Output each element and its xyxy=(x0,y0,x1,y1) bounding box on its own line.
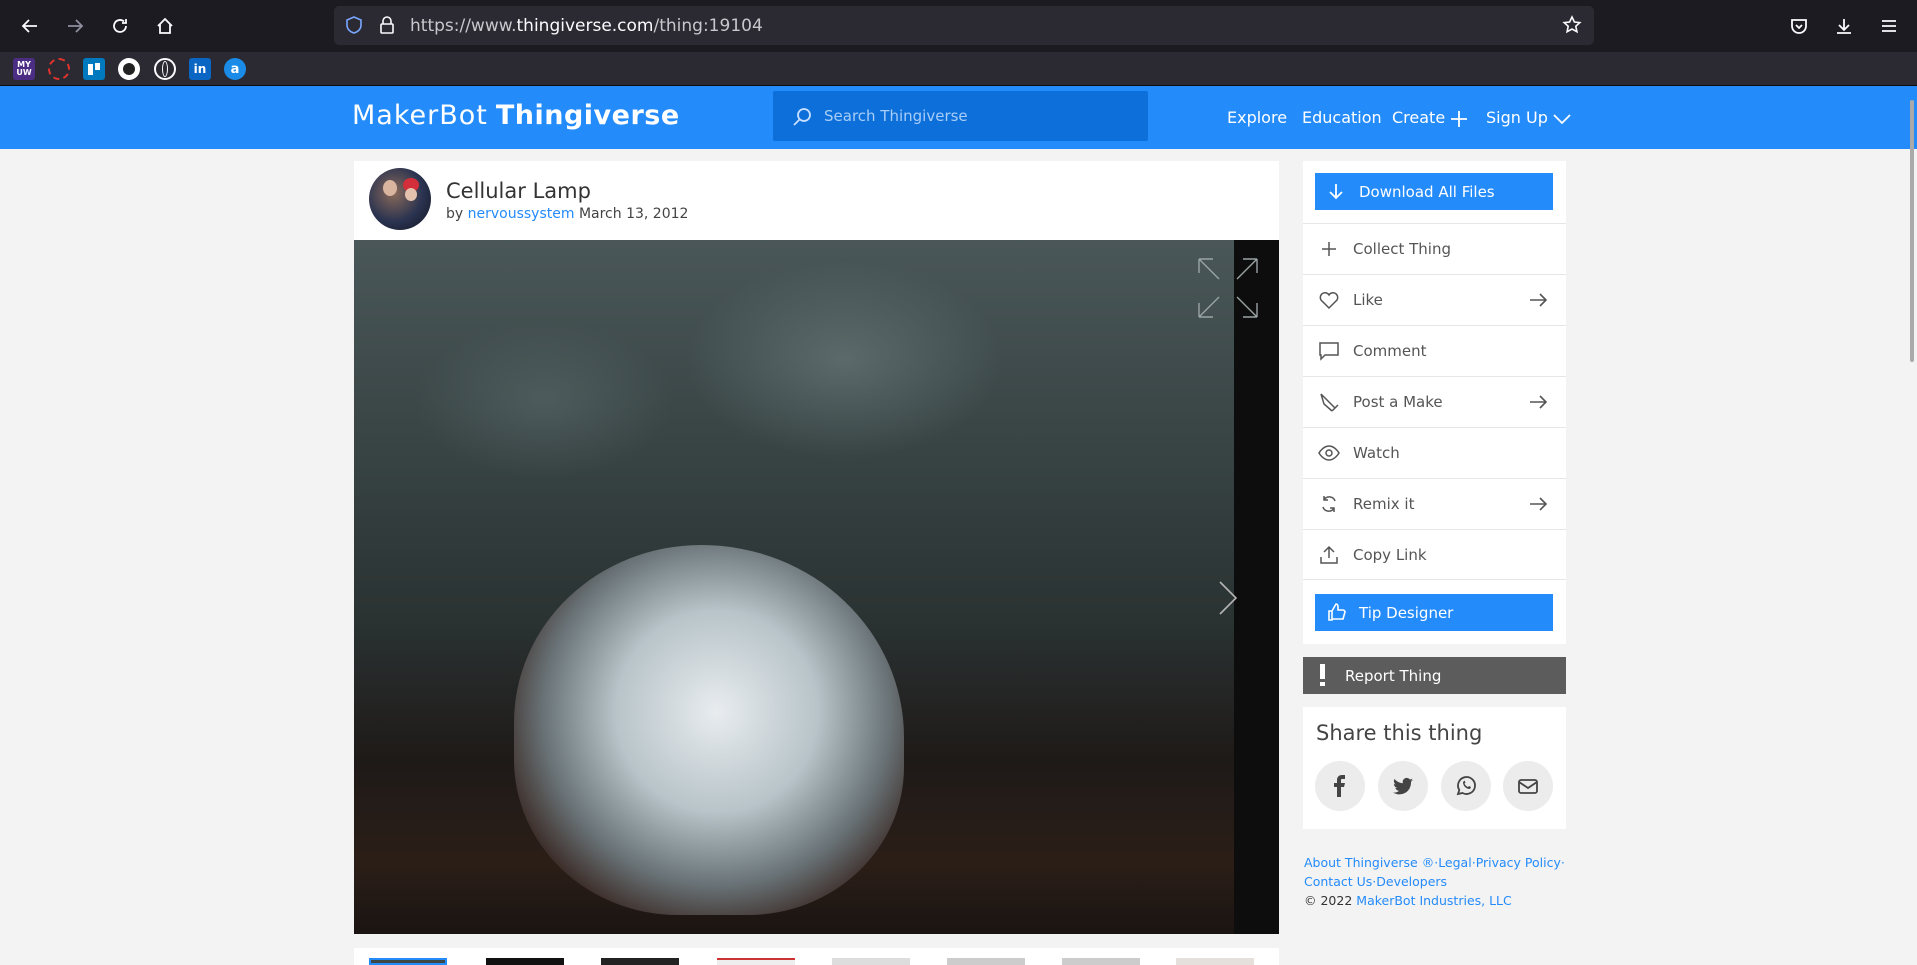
share-heading: Share this thing xyxy=(1316,721,1483,745)
tracking-shield-icon[interactable] xyxy=(345,16,363,34)
nav-sign-up[interactable]: Sign Up xyxy=(1486,108,1571,127)
address-bar[interactable]: https://www.thingiverse.com/thing:19104 xyxy=(334,6,1594,45)
browser-toolbar: https://www.thingiverse.com/thing:19104 xyxy=(0,0,1917,52)
collect-thing-button[interactable]: Collect Thing xyxy=(1303,223,1566,274)
thumbs-up-icon xyxy=(1328,603,1346,621)
thumbnail[interactable] xyxy=(717,958,795,965)
post-a-make-button[interactable]: Post a Make xyxy=(1303,376,1566,427)
thumbnail[interactable] xyxy=(832,958,910,965)
byline: by nervoussystem March 13, 2012 xyxy=(446,206,689,222)
privacy-link[interactable]: Privacy Policy xyxy=(1476,855,1561,870)
facebook-icon[interactable] xyxy=(1315,761,1365,811)
chevron-down-icon xyxy=(1553,113,1571,124)
myuw-icon[interactable]: MY UW xyxy=(13,58,35,80)
remix-icon xyxy=(1318,493,1340,515)
share-panel: Share this thing xyxy=(1303,707,1566,829)
github-icon[interactable] xyxy=(118,58,140,80)
arrow-right-icon xyxy=(1528,392,1548,412)
watch-button[interactable]: Watch xyxy=(1303,427,1566,478)
nav-education[interactable]: Education xyxy=(1302,108,1382,127)
arrow-right-icon xyxy=(1528,290,1548,310)
nav-create[interactable]: Create xyxy=(1392,108,1468,128)
legal-link[interactable]: Legal xyxy=(1438,855,1472,870)
footer-links: About Thingiverse ®·Legal·Privacy Policy… xyxy=(1304,855,1565,908)
next-image-chevron-icon[interactable] xyxy=(1218,580,1238,616)
whatsapp-icon[interactable] xyxy=(1441,761,1491,811)
lock-icon[interactable] xyxy=(378,16,396,34)
developers-link[interactable]: Developers xyxy=(1376,874,1447,889)
thumbnail[interactable] xyxy=(601,958,679,965)
download-all-files-button[interactable]: Download All Files xyxy=(1315,173,1553,210)
lamp-image xyxy=(514,545,904,915)
publish-date: March 13, 2012 xyxy=(578,206,689,222)
contact-link[interactable]: Contact Us xyxy=(1304,874,1372,889)
like-button[interactable]: Like xyxy=(1303,274,1566,325)
linkedin-icon[interactable]: in xyxy=(189,58,211,80)
comment-icon xyxy=(1318,340,1340,362)
thumbnail[interactable] xyxy=(486,958,564,965)
copyright: © 2022 xyxy=(1304,893,1353,908)
make-tool-icon xyxy=(1318,391,1340,413)
plus-icon xyxy=(1318,238,1340,260)
share-upload-icon xyxy=(1318,544,1340,566)
eye-icon xyxy=(1318,442,1340,464)
heart-icon xyxy=(1318,289,1340,311)
globe-icon[interactable] xyxy=(154,58,176,80)
remix-it-button[interactable]: Remix it xyxy=(1303,478,1566,529)
search-placeholder: Search Thingiverse xyxy=(824,107,968,125)
fullscreen-icon[interactable] xyxy=(1197,257,1259,319)
thumbnail[interactable] xyxy=(947,958,1025,965)
company-link[interactable]: MakerBot Industries, LLC xyxy=(1356,893,1511,908)
thing-title: Cellular Lamp xyxy=(446,179,591,203)
copy-link-button[interactable]: Copy Link xyxy=(1303,529,1566,580)
twitter-icon[interactable] xyxy=(1378,761,1428,811)
thumbnail[interactable] xyxy=(1176,958,1254,965)
comment-button[interactable]: Comment xyxy=(1303,325,1566,376)
photo-shadow xyxy=(1234,240,1279,934)
bookmarks-bar: MY UW in a xyxy=(0,52,1917,86)
bookmark-star-icon[interactable] xyxy=(1562,15,1582,35)
circle-icon[interactable] xyxy=(48,58,70,80)
email-icon[interactable] xyxy=(1503,761,1553,811)
thumbnail-strip xyxy=(354,948,1279,965)
arrow-right-icon xyxy=(1528,494,1548,514)
reload-button[interactable] xyxy=(106,12,134,40)
thumbnail[interactable] xyxy=(1062,958,1140,965)
site-header: MakerBot Thingiverse Search Thingiverse E… xyxy=(0,86,1917,149)
author-link[interactable]: nervoussystem xyxy=(468,206,575,222)
plus-icon xyxy=(1451,110,1468,127)
downloads-icon[interactable] xyxy=(1830,12,1858,40)
page-scrollbar[interactable] xyxy=(1910,100,1914,362)
avatar[interactable] xyxy=(369,168,431,230)
exclamation-icon xyxy=(1320,664,1325,686)
home-button[interactable] xyxy=(151,12,179,40)
back-button[interactable] xyxy=(16,12,44,40)
thing-header: Cellular Lamp by nervoussystem March 13,… xyxy=(354,161,1279,244)
nav-explore[interactable]: Explore xyxy=(1227,108,1287,127)
makerbot-thingiverse-logo[interactable]: MakerBot Thingiverse xyxy=(352,100,680,131)
url-text: https://www.thingiverse.com/thing:19104 xyxy=(410,16,763,36)
trello-icon[interactable] xyxy=(83,58,105,80)
arrow-down-icon xyxy=(1329,184,1343,200)
about-link[interactable]: About Thingiverse ® xyxy=(1304,855,1434,870)
pocket-icon[interactable] xyxy=(1785,12,1813,40)
search-input[interactable]: Search Thingiverse xyxy=(773,91,1148,141)
tip-designer-button[interactable]: Tip Designer xyxy=(1315,594,1553,631)
search-icon xyxy=(793,108,811,126)
report-thing-button[interactable]: Report Thing xyxy=(1303,657,1566,694)
menu-icon[interactable] xyxy=(1875,12,1903,40)
forward-button[interactable] xyxy=(61,12,89,40)
link-icon[interactable]: a xyxy=(224,58,246,80)
actions-panel: Download All Files Collect Thing Like Co… xyxy=(1303,161,1566,644)
thumbnail[interactable] xyxy=(369,958,447,965)
thing-photo[interactable] xyxy=(354,240,1279,934)
